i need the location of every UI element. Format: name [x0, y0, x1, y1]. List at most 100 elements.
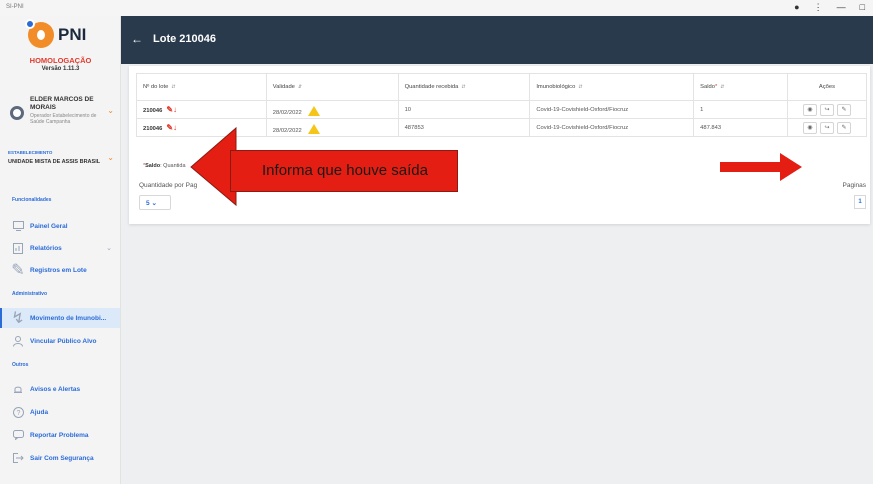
- page-header: ← Lote 210046: [121, 16, 873, 64]
- window-controls: ● ⋮ — □: [794, 2, 865, 13]
- sidebar-item-sair[interactable]: Sair Com Segurança: [0, 448, 120, 468]
- cell-validade: 28/02/2022: [265, 118, 399, 137]
- view-icon[interactable]: ◉: [802, 121, 817, 134]
- sidebar-item-label: Sair Com Segurança: [30, 454, 94, 462]
- cell-acoes: ◉ ↪ ✎: [786, 118, 868, 137]
- edit-icon[interactable]: ✎: [836, 121, 851, 134]
- annotation-callout: Informa que houve saída: [230, 150, 458, 192]
- sidebar-item-avisos-alertas[interactable]: Avisos e Alertas: [0, 379, 120, 399]
- required-star: *: [714, 84, 718, 90]
- window-title-bar: SI-PNI ● ⋮ — □: [0, 0, 873, 16]
- sidebar: PNI HOMOLOGAÇÃO Versão 1.11.3 ELDER MARC…: [0, 16, 121, 484]
- col-header-imunobiologico[interactable]: Imunobiológico ⇵: [529, 73, 695, 101]
- section-outros: Outros: [12, 362, 29, 368]
- cell-imunobiologico: Covid-19-Covishield-Oxford/Fiocruz: [529, 100, 695, 119]
- cell-acoes: ◉ ↪ ✎: [786, 100, 868, 119]
- sidebar-item-label: Relatórios: [30, 244, 62, 252]
- page-number-button[interactable]: 1: [854, 195, 866, 209]
- annotation-text: Informa que houve saída: [262, 162, 428, 179]
- cell-saldo: 487.843: [693, 118, 788, 137]
- per-page-select[interactable]: 5 ⌄: [139, 195, 171, 210]
- col-header-acoes: Ações: [786, 73, 868, 101]
- cell-validade: 28/02/2022: [265, 100, 399, 119]
- drop-logo-icon: [25, 19, 54, 48]
- warning-icon: [307, 105, 320, 116]
- help-icon: ?: [12, 406, 24, 418]
- sidebar-item-label: Painel Geral: [30, 222, 68, 230]
- exit-marker-icon: ✎↓: [166, 105, 178, 114]
- user-icon: [12, 335, 24, 347]
- sidebar-item-painel-geral[interactable]: Painel Geral: [0, 216, 120, 236]
- section-funcionalidades: Funcionalidades: [12, 197, 52, 203]
- sort-icon: ⇵: [461, 84, 466, 90]
- sidebar-item-label: Vincular Público Alvo: [30, 337, 97, 345]
- establishment-selector[interactable]: ESTABELECIMENTO UNIDADE MISTA DE ASSIS B…: [6, 146, 116, 172]
- pages-label: Paginas: [842, 182, 867, 189]
- lot-card: Nº do lote ⇵ Validade ⇵ Quantidade recebid…: [129, 66, 870, 224]
- sort-icon: ⇵: [578, 84, 583, 90]
- syringe-icon: ↯: [11, 310, 25, 327]
- warning-icon: [307, 123, 320, 134]
- col-header-quantidade[interactable]: Quantidade recebida ⇵: [397, 73, 531, 101]
- cell-quantidade: 487853: [397, 118, 531, 137]
- chevron-down-icon: ⌄: [151, 200, 157, 207]
- minimize-icon[interactable]: —: [837, 2, 846, 13]
- back-arrow-icon[interactable]: ←: [131, 32, 143, 46]
- chevron-down-icon: ⌄: [107, 153, 114, 162]
- sidebar-item-label: Registros em Lote: [30, 266, 87, 274]
- cell-saldo: 1: [693, 100, 788, 119]
- pencil-icon: ✎: [11, 262, 25, 279]
- table-row: 210046 ✎↓ 28/02/2022 487853 Covid-19-Covi…: [136, 118, 868, 137]
- view-icon[interactable]: ◉: [802, 103, 817, 116]
- exit-marker-icon: ✎↓: [166, 123, 178, 132]
- sidebar-item-label: Ajuda: [30, 408, 49, 416]
- saldo-footnote: *Saldo: Quantida: [143, 163, 186, 169]
- app-title: SI-PNI: [6, 4, 24, 10]
- chevron-down-icon: ⌄: [106, 245, 112, 252]
- logout-icon: [12, 452, 24, 464]
- svg-text:?: ?: [16, 410, 20, 417]
- exit-icon[interactable]: ↪: [819, 121, 834, 134]
- per-page-label: Quantidade por Pag: [139, 182, 198, 189]
- col-header-saldo[interactable]: Saldo* ⇵: [693, 73, 788, 101]
- version-label: Versão 1.11.3: [41, 66, 80, 72]
- report-icon: [12, 242, 24, 254]
- cell-quantidade: 10: [397, 100, 531, 119]
- table-row: 210046 ✎↓ 28/02/2022 10 Covid-19-Covishie…: [136, 100, 868, 119]
- maximize-icon[interactable]: □: [860, 2, 865, 13]
- table-header-row: Nº do lote ⇵ Validade ⇵ Quantidade recebid…: [136, 73, 868, 101]
- sort-icon: ⇵: [171, 84, 176, 90]
- cell-lote: 210046 ✎↓: [136, 100, 267, 119]
- user-selector[interactable]: ELDER MARCOS DE MORAIS Operador Estabele…: [6, 94, 116, 130]
- dashboard-icon: [12, 220, 24, 232]
- lot-table: Nº do lote ⇵ Validade ⇵ Quantidade recebid…: [136, 73, 868, 137]
- sidebar-item-ajuda[interactable]: ? Ajuda: [0, 402, 120, 422]
- chat-icon: [12, 429, 24, 441]
- user-avatar-icon: [10, 106, 24, 120]
- sidebar-item-reportar-problema[interactable]: Reportar Problema: [0, 425, 120, 445]
- chevron-down-icon: ⌄: [107, 106, 114, 115]
- pin-icon[interactable]: ●: [794, 2, 799, 13]
- sort-icon: ⇵: [720, 84, 725, 90]
- sidebar-item-movimento[interactable]: ↯ Movimento de Imunobi...: [0, 308, 120, 328]
- cell-lote: 210046 ✎↓: [136, 118, 267, 137]
- exit-icon[interactable]: ↪: [819, 103, 834, 116]
- sidebar-item-label: Reportar Problema: [30, 431, 89, 439]
- sidebar-item-label: Avisos e Alertas: [30, 385, 81, 393]
- section-administrativo: Administrativo: [12, 291, 48, 297]
- bell-icon: [12, 383, 24, 395]
- edit-icon[interactable]: ✎: [836, 103, 851, 116]
- cell-imunobiologico: Covid-19-Covishield-Oxford/Fiocruz: [529, 118, 695, 137]
- page-title: Lote 210046: [153, 33, 216, 45]
- environment-label: HOMOLOGAÇÃO: [29, 56, 92, 65]
- sidebar-item-registros-em-lote[interactable]: ✎ Registros em Lote: [0, 260, 120, 280]
- sidebar-item-relatorios[interactable]: Relatórios ⌄: [0, 238, 120, 258]
- pni-logo: PNI: [25, 19, 87, 48]
- logo-text: PNI: [58, 25, 87, 44]
- col-header-lote[interactable]: Nº do lote ⇵: [136, 73, 267, 101]
- user-name: ELDER MARCOS DE MORAIS: [30, 96, 94, 111]
- more-icon[interactable]: ⋮: [814, 2, 823, 13]
- sidebar-item-vincular-publico-alvo[interactable]: Vincular Público Alvo: [0, 331, 120, 351]
- col-header-validade[interactable]: Validade ⇵: [265, 73, 399, 101]
- user-role: Operador Estabelecimento de Saúde Campan…: [30, 113, 97, 125]
